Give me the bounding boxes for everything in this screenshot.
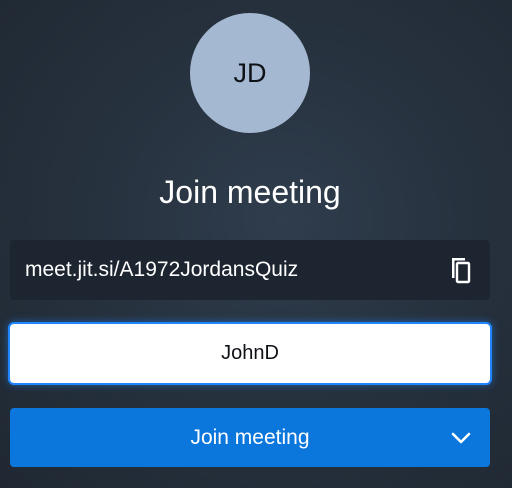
avatar: JD	[190, 13, 310, 133]
meeting-url-box: meet.jit.si/A1972JordansQuiz	[10, 240, 490, 300]
page-title: Join meeting	[159, 174, 341, 210]
avatar-initials: JD	[233, 57, 267, 88]
chevron-down-icon	[451, 432, 471, 444]
join-meeting-button[interactable]: Join meeting	[10, 408, 490, 467]
join-options-button[interactable]	[446, 423, 476, 453]
display-name-input[interactable]	[10, 324, 490, 383]
join-meeting-label: Join meeting	[190, 426, 310, 449]
meeting-url: meet.jit.si/A1972JordansQuiz	[25, 258, 299, 281]
copy-link-button[interactable]	[444, 254, 476, 286]
copy-icon	[452, 258, 471, 284]
